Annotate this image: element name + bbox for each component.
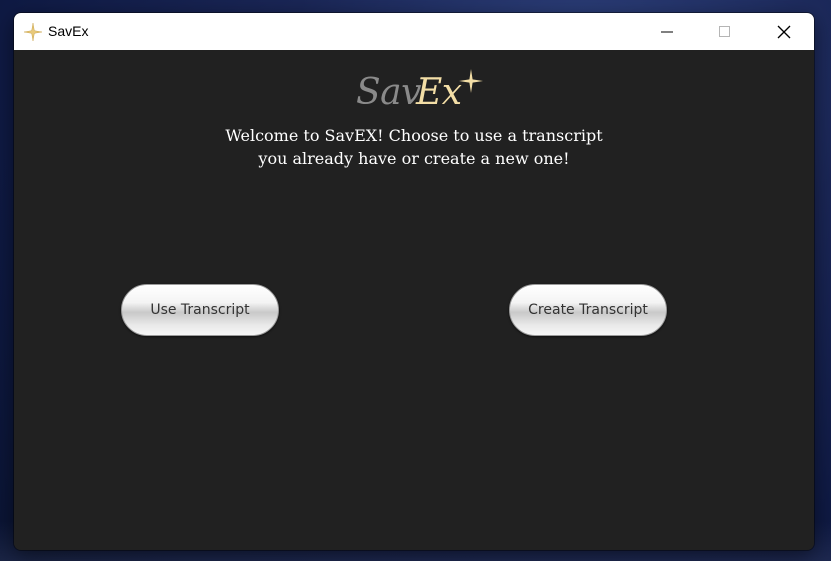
use-transcript-button[interactable]: Use Transcript (121, 284, 279, 336)
close-button[interactable] (755, 13, 813, 50)
sparkle-star-icon (459, 69, 483, 93)
window-title: SavEx (48, 23, 89, 39)
welcome-line-1: Welcome to SavEX! Choose to use a transc… (225, 126, 603, 145)
app-star-icon (23, 22, 43, 42)
logo-text-sav: Sav (356, 72, 421, 113)
welcome-line-2: you already have or create a new one! (258, 149, 570, 168)
create-transcript-button[interactable]: Create Transcript (509, 284, 667, 336)
minimize-button[interactable] (638, 13, 696, 50)
savex-logo: Sav Ex (354, 68, 494, 120)
title-bar[interactable]: SavEx (14, 13, 814, 50)
logo-text-ex: Ex (416, 72, 462, 113)
app-window: SavEx Sav Ex Welcome to SavEX! Choose to… (14, 13, 814, 550)
welcome-message: Welcome to SavEX! Choose to use a transc… (164, 124, 664, 170)
maximize-button[interactable] (696, 13, 754, 50)
main-content: Sav Ex Welcome to SavEX! Choose to use a… (14, 50, 814, 550)
minimize-icon (661, 31, 673, 32)
close-icon (777, 25, 791, 38)
maximize-icon (719, 25, 730, 37)
